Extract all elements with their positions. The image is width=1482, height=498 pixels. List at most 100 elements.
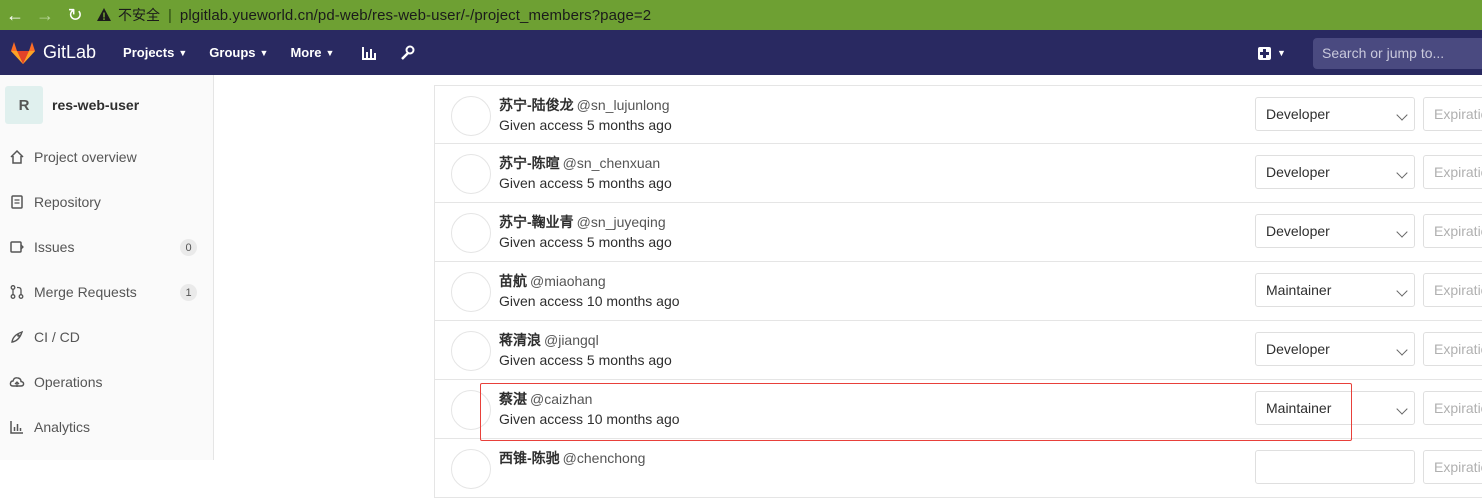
insecure-label: 不安全	[118, 7, 160, 23]
access-granted-text: Given access 5 months ago	[499, 234, 672, 250]
member-name[interactable]: 西锥-陈驰	[499, 450, 560, 466]
expiration-date-input[interactable]: Expiration date	[1423, 155, 1482, 189]
avatar[interactable]	[451, 154, 491, 194]
project-header[interactable]: R res-web-user	[0, 75, 213, 135]
sidebar-item-issues[interactable]: Issues 0	[0, 232, 213, 262]
chevron-down-icon	[1396, 226, 1408, 238]
member-name[interactable]: 苏宁-陆俊龙	[499, 97, 574, 113]
chevron-down-icon	[1396, 403, 1408, 415]
main-content: 苏宁-陆俊龙 @sn_lujunlong Given access 5 month…	[214, 75, 1482, 498]
merge-request-icon	[9, 284, 25, 300]
access-granted-text: Given access 5 months ago	[499, 117, 672, 133]
rocket-icon	[9, 329, 25, 345]
avatar[interactable]	[451, 272, 491, 312]
role-select[interactable]: Developer	[1255, 332, 1415, 366]
sidebar-item-operations[interactable]: Operations	[0, 367, 213, 397]
address-bar[interactable]: 不安全 | plgitlab.yueworld.cn/pd-web/res-we…	[96, 0, 651, 30]
member-name[interactable]: 蒋清浪	[499, 332, 541, 348]
merge-requests-count-badge: 1	[180, 284, 197, 301]
nav-projects[interactable]: Projects ▼	[123, 45, 187, 60]
chevron-down-icon	[1396, 167, 1408, 179]
sidebar-item-label: Issues	[34, 239, 75, 255]
avatar[interactable]	[451, 449, 491, 489]
member-username: @chenchong	[562, 450, 646, 466]
sidebar-item-project-overview[interactable]: Project overview	[0, 142, 213, 172]
role-select[interactable]: Maintainer	[1255, 391, 1415, 425]
browser-toolbar: ← → ↻ 不安全 | plgitlab.yueworld.cn/pd-web/…	[0, 0, 1482, 30]
role-select[interactable]: Developer	[1255, 214, 1415, 248]
tanuki-icon	[11, 41, 35, 64]
member-name[interactable]: 苏宁-陈暄	[499, 155, 560, 171]
sidebar-item-analytics[interactable]: Analytics	[0, 412, 213, 442]
sidebar-item-merge-requests[interactable]: Merge Requests 1	[0, 277, 213, 307]
chevron-down-icon: ▼	[1277, 48, 1286, 58]
sidebar-item-repository[interactable]: Repository	[0, 187, 213, 217]
expiration-date-input[interactable]: Expiration date	[1423, 214, 1482, 248]
member-row: 蒋清浪 @jiangql Given access 5 months ago De…	[435, 321, 1482, 380]
wrench-icon[interactable]	[394, 40, 420, 66]
sidebar-item-label: Project overview	[34, 149, 137, 165]
role-select[interactable]	[1255, 450, 1415, 484]
forward-arrow-icon[interactable]: →	[30, 0, 60, 30]
plus-icon	[1258, 46, 1271, 60]
url-separator: |	[168, 6, 172, 24]
nav-groups[interactable]: Groups ▼	[209, 45, 268, 60]
role-select[interactable]: Developer	[1255, 155, 1415, 189]
member-name[interactable]: 苗航	[499, 273, 527, 289]
sidebar-item-ci-cd[interactable]: CI / CD	[0, 322, 213, 352]
brand-name: GitLab	[43, 42, 97, 62]
expiration-date-input[interactable]: Expiration date	[1423, 273, 1482, 307]
chevron-down-icon	[1396, 109, 1408, 121]
avatar[interactable]	[451, 390, 491, 430]
member-username: @sn_lujunlong	[576, 97, 670, 113]
url-text[interactable]: plgitlab.yueworld.cn/pd-web/res-web-user…	[180, 7, 651, 24]
expiration-date-input[interactable]: Expiration date	[1423, 97, 1482, 131]
top-nav: Projects ▼ Groups ▼ More ▼	[123, 40, 432, 66]
member-name[interactable]: 蔡湛	[499, 391, 527, 407]
access-granted-text: Given access 5 months ago	[499, 352, 672, 368]
gitlab-header: GitLab Projects ▼ Groups ▼ More ▼ ▼ Search …	[0, 30, 1482, 75]
warning-icon	[97, 8, 111, 21]
document-icon	[9, 194, 25, 210]
activity-chart-icon[interactable]	[356, 40, 382, 66]
member-username: @miaohang	[530, 273, 606, 289]
member-username: @sn_juyeqing	[576, 214, 666, 230]
issues-count-badge: 0	[180, 239, 197, 256]
avatar[interactable]	[451, 213, 491, 253]
gitlab-logo[interactable]: GitLab	[10, 41, 96, 65]
member-row: 苏宁-鞠业青 @sn_juyeqing Given access 5 months…	[435, 203, 1482, 262]
member-row: 苗航 @miaohang Given access 10 months ago M…	[435, 262, 1482, 321]
expiration-date-input[interactable]: Expiration date	[1423, 332, 1482, 366]
expiration-date-input[interactable]: Expiration date	[1423, 391, 1482, 425]
access-granted-text: Given access 10 months ago	[499, 293, 680, 309]
member-username: @jiangql	[544, 332, 599, 348]
reload-icon[interactable]: ↻	[60, 0, 90, 30]
home-icon	[9, 149, 25, 165]
project-sidebar: R res-web-user Project overview Reposito…	[0, 75, 214, 460]
avatar[interactable]	[451, 331, 491, 371]
nav-more[interactable]: More ▼	[290, 45, 334, 60]
access-granted-text: Given access 10 months ago	[499, 411, 680, 427]
member-row: 苏宁-陆俊龙 @sn_lujunlong Given access 5 month…	[435, 85, 1482, 144]
expiration-date-input[interactable]: Expiration date	[1423, 450, 1482, 484]
back-arrow-icon[interactable]: ←	[0, 0, 30, 30]
avatar[interactable]	[451, 96, 491, 136]
issues-icon	[9, 239, 25, 255]
sidebar-item-label: Repository	[34, 194, 101, 210]
role-select[interactable]: Maintainer	[1255, 273, 1415, 307]
member-row: 蔡湛 @caizhan Given access 10 months ago Ma…	[435, 380, 1482, 439]
role-select[interactable]: Developer	[1255, 97, 1415, 131]
members-list: 苏宁-陆俊龙 @sn_lujunlong Given access 5 month…	[434, 85, 1482, 498]
member-row: 苏宁-陈暄 @sn_chenxuan Given access 5 months …	[435, 144, 1482, 203]
sidebar-item-label: CI / CD	[34, 329, 80, 345]
member-row: 西锥-陈驰@chenchong Expiration date	[435, 439, 1482, 498]
member-name[interactable]: 苏宁-鞠业青	[499, 214, 574, 230]
sidebar-item-label: Analytics	[34, 419, 91, 435]
sidebar-item-label: Merge Requests	[34, 284, 137, 300]
chevron-down-icon	[1396, 285, 1408, 297]
chevron-down-icon: ▼	[178, 47, 188, 58]
new-dropdown-button[interactable]: ▼	[1258, 39, 1286, 67]
chevron-down-icon	[1396, 344, 1408, 356]
search-input[interactable]: Search or jump to...	[1313, 38, 1482, 69]
member-username: @sn_chenxuan	[562, 155, 661, 171]
